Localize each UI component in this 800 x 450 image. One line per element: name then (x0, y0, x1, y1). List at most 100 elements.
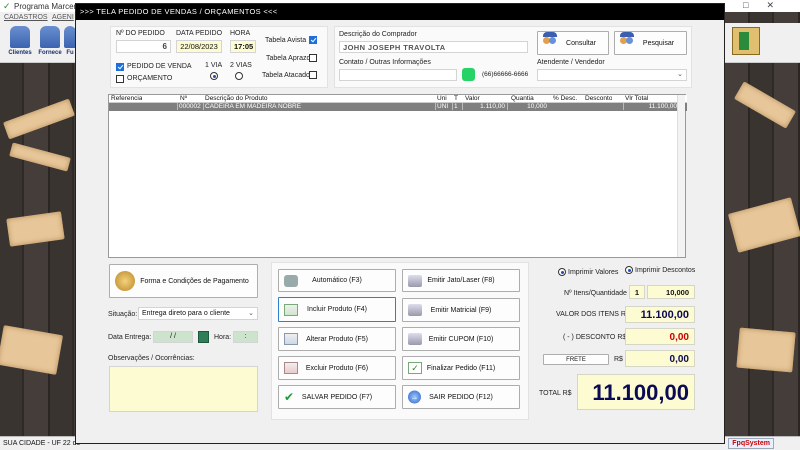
orcamento-checkbox[interactable] (116, 75, 124, 83)
calendar-icon[interactable] (198, 331, 209, 343)
emitir-cupom-button[interactable]: Emitir CUPOM (F10) (402, 327, 520, 351)
check-icon: ✔ (284, 390, 295, 404)
hora-field[interactable]: : (233, 331, 258, 343)
buyer-label: Descrição do Comprador (339, 31, 417, 38)
menu-agenda[interactable]: AGENI (52, 14, 74, 21)
itens-count: 1 (629, 285, 645, 299)
consultar-button[interactable]: Consultar (537, 31, 609, 55)
imprimir-valores-label: Imprimir Valores (568, 269, 619, 276)
toolbar-fornecedores-button[interactable]: Fornece (36, 26, 64, 56)
cell-descricao: CADEIRA EM MADEIRA NOBRE (203, 103, 435, 110)
col-perc-desc: % Desc. (553, 95, 578, 102)
payment-terms-button[interactable]: Forma e Condições de Pagamento (109, 264, 258, 298)
alterar-produto-button[interactable]: Alterar Produto (F5) (278, 327, 396, 351)
tabela-atacado-checkbox[interactable] (309, 71, 317, 79)
valor-itens: 11.100,00 (625, 306, 695, 323)
toolbar-clientes-button[interactable]: Clientes (6, 26, 34, 56)
tabela-avista-label: Tabela Avista (265, 37, 307, 44)
sair-pedido-button[interactable]: → SAIR PEDIDO (F12) (402, 385, 520, 409)
finalizar-pedido-button[interactable]: ✓ Finalizar Pedido (F11) (402, 356, 520, 380)
background-wood-image (6, 211, 65, 247)
emitir-jato-button[interactable]: Emitir Jato/Laser (F8) (402, 269, 520, 292)
time-field[interactable]: 17:05 (230, 40, 256, 53)
col-numero: Nº (180, 95, 188, 102)
modal-title: >>> TELA PEDIDO DE VENDAS / ORÇAMENTOS <… (76, 4, 724, 20)
date-label: DATA PEDIDO (176, 30, 223, 37)
app-logo-icon: ✓ (3, 1, 11, 11)
salvar-pedido-button[interactable]: ✔ SALVAR PEDIDO (F7) (278, 385, 396, 409)
buyer-field[interactable]: JOHN JOSEPH TRAVOLTA (339, 41, 528, 53)
emitir-matricial-button[interactable]: Emitir Matricial (F9) (402, 298, 520, 322)
incluir-produto-button[interactable]: Incluir Produto (F4) (278, 297, 396, 322)
table-row[interactable]: 000002 CADEIRA EM MADEIRA NOBRE UNI 1 1.… (109, 103, 687, 111)
coins-icon (115, 271, 135, 291)
order-no-field[interactable]: 6 (116, 40, 171, 53)
receipt-printer-icon (408, 333, 422, 345)
whatsapp-icon[interactable] (462, 68, 475, 81)
finish-document-icon: ✓ (408, 362, 422, 374)
status-location: SUA CIDADE - UF 22 de (3, 440, 81, 447)
cell-valor: 1.110,00 (462, 103, 507, 110)
col-desconto: Desconto (585, 95, 613, 102)
tabela-aprazo-checkbox[interactable] (309, 54, 317, 62)
imprimir-descontos-radio[interactable] (625, 266, 633, 274)
imprimir-valores-radio[interactable] (558, 268, 566, 276)
background-wood-image (734, 81, 796, 129)
edit-item-icon (284, 333, 298, 345)
app-title: Programa Marcene (14, 2, 83, 11)
pedido-venda-label: PEDIDO DE VENDA (127, 63, 192, 70)
pedido-venda-checkbox[interactable] (116, 63, 124, 71)
order-modal: >>> TELA PEDIDO DE VENDAS / ORÇAMENTOS <… (75, 3, 725, 444)
excluir-produto-button[interactable]: Excluir Produto (F6) (278, 356, 396, 380)
situacao-select[interactable]: Entrega direto para o cliente ⌄ (138, 307, 258, 320)
table-scrollbar[interactable] (677, 95, 685, 257)
frete-currency-label: R$ (614, 356, 623, 363)
entrega-date-field[interactable]: / / (153, 331, 193, 343)
items-table[interactable]: Referencia Nº Descrição do Produto Uni T… (108, 94, 687, 258)
menu-cadastros[interactable]: CADASTROS (4, 14, 48, 21)
date-field[interactable]: 22/08/2023 (176, 40, 222, 53)
order-no-label: Nº DO PEDIDO (116, 30, 165, 37)
automatico-button[interactable]: Automático (F3) (278, 269, 396, 292)
people-search-icon (620, 32, 634, 49)
col-vlr-total: Vlr Total (625, 95, 649, 102)
exit-app-icon[interactable] (732, 27, 760, 55)
orcamento-label: ORÇAMENTO (127, 75, 173, 82)
phone-number: (66)66666-6666 (482, 71, 529, 78)
background-wood-image (9, 142, 71, 172)
time-label: HORA (230, 30, 251, 37)
frete-value[interactable]: 0,00 (625, 350, 695, 367)
entrega-label: Data Entrega: (108, 334, 152, 341)
exit-arrow-icon: → (408, 390, 421, 404)
desconto-value[interactable]: 0,00 (625, 328, 695, 345)
background-wood-image (0, 325, 64, 375)
via1-label: 1 VIA (205, 62, 223, 69)
cell-uni: UNI (435, 103, 452, 110)
suppliers-icon (40, 26, 60, 48)
col-referencia: Referencia (111, 95, 143, 102)
total-label: TOTAL R$ (539, 390, 572, 397)
desconto-label: ( - ) DESCONTO R$ (563, 334, 627, 341)
itens-label: Nº Itens/Quantidade (564, 290, 627, 297)
table-header: Referencia Nº Descrição do Produto Uni T… (109, 95, 687, 103)
chevron-down-icon: ⌄ (677, 71, 683, 78)
clients-icon (10, 26, 30, 48)
cell-quantia: 10,000 (507, 103, 549, 110)
col-valor: Valor (465, 95, 480, 102)
obs-textarea[interactable] (109, 366, 258, 412)
printer-icon (408, 274, 422, 287)
app-menubar: CADASTROS AGENI (0, 12, 80, 23)
frete-button[interactable]: FRETE (543, 354, 609, 365)
tabela-avista-checkbox[interactable] (309, 36, 317, 44)
contact-field[interactable] (339, 69, 457, 81)
via1-radio[interactable] (210, 72, 218, 80)
status-brand: FpqSystem (728, 438, 774, 449)
via2-radio[interactable] (235, 72, 243, 80)
attendant-select[interactable]: ⌄ (537, 69, 687, 81)
window-controls[interactable]: –□✕ (720, 0, 792, 11)
situacao-label: Situação: (108, 311, 138, 318)
attendant-label: Atendente / Vendedor (537, 59, 605, 66)
pesquisar-button[interactable]: Pesquisar (614, 31, 687, 55)
valor-itens-label: VALOR DOS ITENS R$ (556, 311, 630, 318)
quantidade-total: 10,000 (647, 285, 695, 299)
